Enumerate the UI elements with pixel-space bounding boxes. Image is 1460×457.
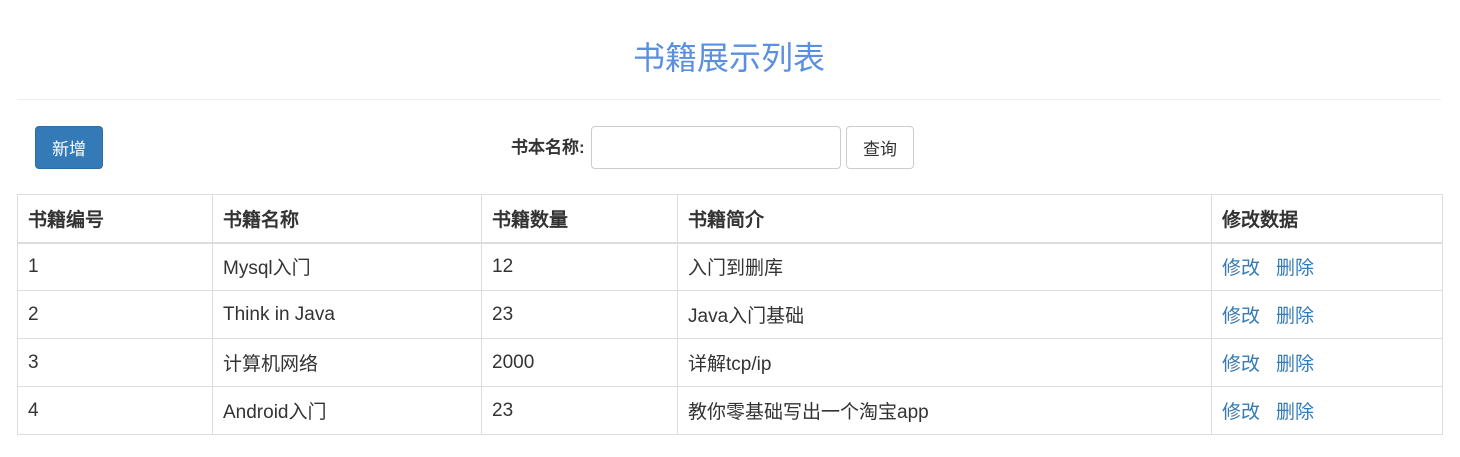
page-title: 书籍展示列表 [632, 40, 825, 76]
page-header: 书籍展示列表 [17, 0, 1441, 100]
cell-name: Mysql入门 [212, 242, 482, 291]
cell-id: 1 [17, 242, 213, 291]
cell-count: 23 [481, 386, 678, 435]
cell-count: 23 [481, 290, 678, 339]
table-row: 3 计算机网络 2000 详解tcp/ip 修改 删除 [17, 338, 1443, 387]
cell-id: 2 [17, 290, 213, 339]
add-book-button[interactable]: 新增 [35, 126, 103, 169]
edit-link[interactable]: 修改 [1222, 354, 1260, 375]
column-header-actions: 修改数据 [1211, 194, 1443, 244]
cell-id: 4 [17, 386, 213, 435]
edit-link[interactable]: 修改 [1222, 402, 1260, 423]
cell-actions: 修改 删除 [1211, 338, 1443, 387]
table-body: 1 Mysql入门 12 入门到删库 修改 删除 2 Think in Java … [17, 242, 1443, 435]
cell-name: Android入门 [212, 386, 482, 435]
cell-desc: 入门到删库 [677, 242, 1212, 291]
table-row: 4 Android入门 23 教你零基础写出一个淘宝app 修改 删除 [17, 386, 1443, 435]
page: 书籍展示列表 新增 书本名称: 查询 书籍编号 书籍名称 书籍数量 书籍简介 修… [0, 0, 1460, 457]
cell-actions: 修改 删除 [1211, 386, 1443, 435]
cell-desc: 教你零基础写出一个淘宝app [677, 386, 1212, 435]
edit-link[interactable]: 修改 [1222, 306, 1260, 327]
delete-link[interactable]: 删除 [1276, 402, 1314, 423]
header-row: 书籍编号 书籍名称 书籍数量 书籍简介 修改数据 [17, 194, 1443, 244]
delete-link[interactable]: 删除 [1276, 258, 1314, 279]
cell-id: 3 [17, 338, 213, 387]
query-button[interactable]: 查询 [846, 126, 914, 169]
table-header: 书籍编号 书籍名称 书籍数量 书籍简介 修改数据 [17, 194, 1443, 244]
table-row: 2 Think in Java 23 Java入门基础 修改 删除 [17, 290, 1443, 339]
cell-actions: 修改 删除 [1211, 290, 1443, 339]
book-name-search-input[interactable] [591, 126, 841, 169]
cell-desc: Java入门基础 [677, 290, 1212, 339]
edit-link[interactable]: 修改 [1222, 258, 1260, 279]
cell-name: 计算机网络 [212, 338, 482, 387]
column-header-id: 书籍编号 [17, 194, 213, 244]
cell-desc: 详解tcp/ip [677, 338, 1212, 387]
cell-count: 12 [481, 242, 678, 291]
delete-link[interactable]: 删除 [1276, 306, 1314, 327]
table-row: 1 Mysql入门 12 入门到删库 修改 删除 [17, 242, 1443, 291]
column-header-count: 书籍数量 [481, 194, 678, 244]
search-label: 书本名称: [511, 138, 585, 157]
cell-count: 2000 [481, 338, 678, 387]
column-header-name: 书籍名称 [212, 194, 482, 244]
books-table: 书籍编号 书籍名称 书籍数量 书籍简介 修改数据 1 Mysql入门 12 入门… [17, 194, 1443, 435]
cell-name: Think in Java [212, 290, 482, 339]
delete-link[interactable]: 删除 [1276, 354, 1314, 375]
cell-actions: 修改 删除 [1211, 242, 1443, 291]
column-header-desc: 书籍简介 [677, 194, 1212, 244]
toolbar: 新增 书本名称: 查询 [0, 126, 1460, 169]
